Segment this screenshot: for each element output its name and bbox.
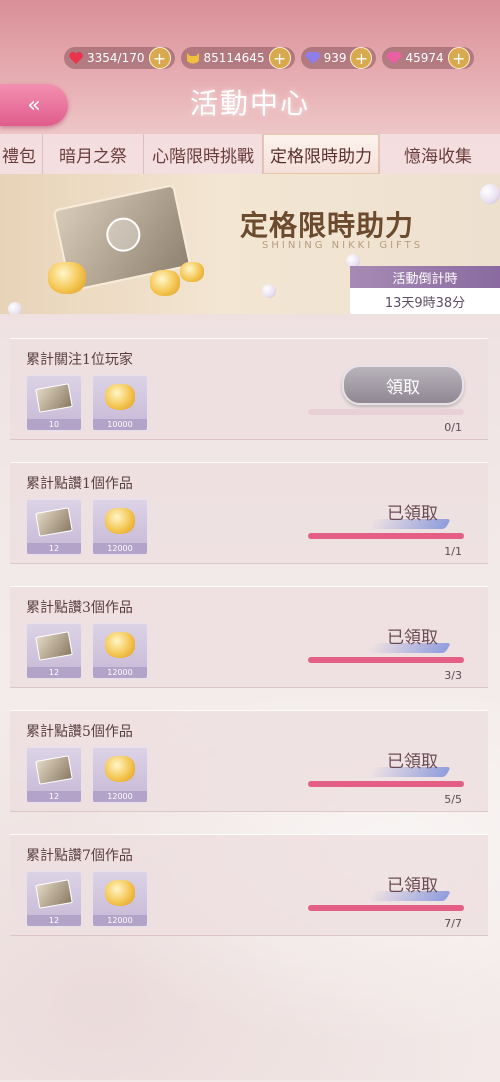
resource-bar: 3354/170 + 85114645 + 939 + 45974 + <box>64 44 500 72</box>
claim-button-label: 領取 <box>386 377 420 398</box>
pearl-decoration <box>8 302 22 314</box>
tab-freeze-frame-boost[interactable]: 定格限時助力 <box>263 134 380 174</box>
reward-item-slot[interactable]: 12 <box>26 623 82 679</box>
add-pink-diamond-button[interactable]: + <box>447 47 470 69</box>
task-row: 累計點讚1個作品 12 12000 已領取 1/1 <box>10 462 488 564</box>
countdown-label: 活動倒計時 <box>350 266 500 288</box>
diamond-icon <box>304 51 321 65</box>
task-title: 累計點讚3個作品 <box>26 600 133 616</box>
task-progress-text: 0/1 <box>444 421 462 434</box>
gold-cat-icon <box>185 51 201 65</box>
task-progress-fill <box>308 905 464 911</box>
stamina-counter[interactable]: 3354/170 + <box>64 47 175 69</box>
task-progress-bar <box>308 905 464 911</box>
gold-value: 85114645 <box>203 51 265 65</box>
countdown-value: 13天9時38分 <box>350 288 500 314</box>
card-item-icon <box>35 631 73 661</box>
task-row: 累計點讚7個作品 12 12000 已領取 7/7 <box>10 834 488 936</box>
reward-item-slot[interactable]: 12 <box>26 747 82 803</box>
tab-heart-stair-challenge[interactable]: 心階限時挑戰 <box>144 134 263 174</box>
task-progress-text: 5/5 <box>444 793 462 806</box>
reward-quantity: 12000 <box>93 791 147 802</box>
activity-tabs: 禮包 暗月之祭 心階限時挑戰 定格限時助力 憶海收集 <box>0 134 500 175</box>
gold-cat-icon <box>180 262 204 282</box>
gold-cat-icon <box>105 632 135 658</box>
task-progress-bar <box>308 409 464 415</box>
pearl-decoration <box>480 184 500 204</box>
heart-icon <box>68 51 84 65</box>
task-row: 累計點讚3個作品 12 12000 已領取 3/3 <box>10 586 488 688</box>
gold-cat-icon <box>105 384 135 410</box>
claim-button[interactable]: 領取 <box>342 365 464 405</box>
emblem-icon <box>103 214 144 255</box>
reward-item-slot[interactable]: 12000 <box>92 499 148 555</box>
claimed-status: 已領取 <box>387 628 438 648</box>
task-progress-text: 7/7 <box>444 917 462 930</box>
task-row: 累計點讚5個作品 12 12000 已領取 5/5 <box>10 710 488 812</box>
add-stamina-button[interactable]: + <box>148 47 171 69</box>
task-progress-fill <box>308 781 464 787</box>
card-item-icon <box>35 755 73 785</box>
reward-item-slot[interactable]: 12000 <box>92 871 148 927</box>
reward-quantity: 12000 <box>93 667 147 678</box>
task-progress-text: 1/1 <box>444 545 462 558</box>
task-progress-fill <box>308 533 464 539</box>
banner-title: 定格限時助力 <box>240 209 415 242</box>
task-row: 累計關注1位玩家 10 10000 領取 0/1 <box>10 338 488 440</box>
task-title: 累計點讚7個作品 <box>26 848 133 864</box>
reward-quantity: 12 <box>27 791 81 802</box>
card-item-icon <box>35 507 73 537</box>
reward-quantity: 12 <box>27 915 81 926</box>
tab-dark-moon-festival[interactable]: 暗月之祭 <box>43 134 144 174</box>
page-title: 活動中心 <box>189 87 310 120</box>
gold-counter[interactable]: 85114645 + <box>180 47 295 69</box>
task-title: 累計點讚1個作品 <box>26 476 133 492</box>
diamond-counter[interactable]: 939 + <box>300 47 377 69</box>
reward-item-slot[interactable]: 10 <box>26 375 82 431</box>
add-gold-button[interactable]: + <box>268 47 291 69</box>
claimed-status: 已領取 <box>387 504 438 524</box>
reward-quantity: 10000 <box>93 419 147 430</box>
reward-item-slot[interactable]: 12 <box>26 871 82 927</box>
reward-item-slot[interactable]: 12000 <box>92 623 148 679</box>
tab-gift-pack[interactable]: 禮包 <box>0 134 43 174</box>
reward-quantity: 12 <box>27 667 81 678</box>
claimed-status: 已領取 <box>387 752 438 772</box>
pink-diamond-icon <box>386 51 403 65</box>
reward-quantity: 10 <box>27 419 81 430</box>
task-title: 累計點讚5個作品 <box>26 724 133 740</box>
event-countdown: 活動倒計時 13天9時38分 <box>350 266 500 314</box>
card-item-icon <box>35 383 73 413</box>
task-progress-bar <box>308 657 464 663</box>
task-progress-bar <box>308 533 464 539</box>
gold-cat-icon <box>150 270 180 296</box>
task-title: 累計關注1位玩家 <box>26 352 133 368</box>
task-progress-bar <box>308 781 464 787</box>
add-diamond-button[interactable]: + <box>350 47 373 69</box>
diamond-value: 939 <box>323 51 347 65</box>
pink-diamond-counter[interactable]: 45974 + <box>382 47 474 69</box>
task-progress-fill <box>308 657 464 663</box>
gold-cat-icon <box>48 262 86 294</box>
reward-item-slot[interactable]: 12000 <box>92 747 148 803</box>
stamina-value: 3354/170 <box>87 51 145 65</box>
card-item-icon <box>35 879 73 909</box>
pearl-decoration <box>262 284 276 298</box>
banner-subtitle: SHINING NIKKI GIFTS <box>262 240 424 251</box>
tab-memory-sea-collection[interactable]: 憶海收集 <box>380 134 496 174</box>
reward-quantity: 12000 <box>93 543 147 554</box>
gold-cat-icon <box>105 756 135 782</box>
reward-item-slot[interactable]: 12 <box>26 499 82 555</box>
reward-quantity: 12000 <box>93 915 147 926</box>
reward-quantity: 12 <box>27 543 81 554</box>
claimed-status: 已領取 <box>387 876 438 896</box>
task-progress-text: 3/3 <box>444 669 462 682</box>
gold-cat-icon <box>105 508 135 534</box>
pink-diamond-value: 45974 <box>405 51 444 65</box>
reward-item-slot[interactable]: 10000 <box>92 375 148 431</box>
gold-cat-icon <box>105 880 135 906</box>
